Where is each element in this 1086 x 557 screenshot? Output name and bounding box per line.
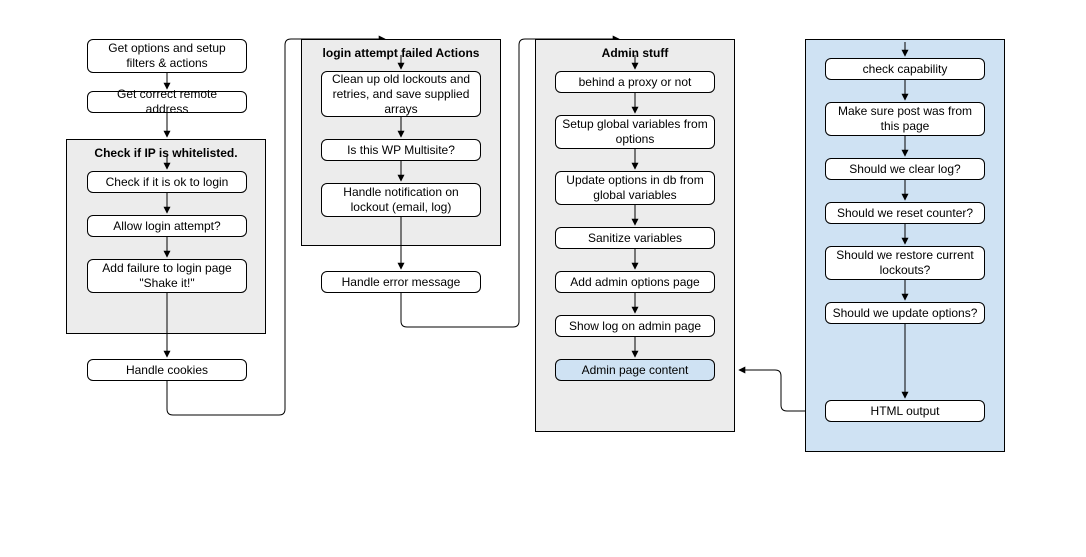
node-update-opts-q: Should we update options? [825, 302, 985, 324]
node-cleanup-lockouts: Clean up old lockouts and retries, and s… [321, 71, 481, 117]
node-wp-multisite: Is this WP Multisite? [321, 139, 481, 161]
node-sanitize: Sanitize variables [555, 227, 715, 249]
node-show-log: Show log on admin page [555, 315, 715, 337]
node-handle-notification: Handle notification on lockout (email, l… [321, 183, 481, 217]
node-check-capability: check capability [825, 58, 985, 80]
node-update-options: Update options in db from global variabl… [555, 171, 715, 205]
node-clear-log: Should we clear log? [825, 158, 985, 180]
node-add-admin-page: Add admin options page [555, 271, 715, 293]
node-remote-address: Get correct remote address [87, 91, 247, 113]
node-shake-it: Add failure to login page "Shake it!" [87, 259, 247, 293]
node-admin-page-content: Admin page content [555, 359, 715, 381]
node-allow-login: Allow login attempt? [87, 215, 247, 237]
group-whitelist-title: Check if IP is whitelisted. [67, 146, 265, 160]
node-post-from-page: Make sure post was from this page [825, 102, 985, 136]
node-handle-cookies: Handle cookies [87, 359, 247, 381]
node-setup-globals: Setup global variables from options [555, 115, 715, 149]
node-check-ok-login: Check if it is ok to login [87, 171, 247, 193]
group-login-failed-title: login attempt failed Actions [302, 46, 500, 60]
node-get-options: Get options and setup filters & actions [87, 39, 247, 73]
node-html-output: HTML output [825, 400, 985, 422]
node-handle-error: Handle error message [321, 271, 481, 293]
group-admin-title: Admin stuff [536, 46, 734, 60]
node-reset-counter: Should we reset counter? [825, 202, 985, 224]
node-proxy: behind a proxy or not [555, 71, 715, 93]
node-restore-lockouts: Should we restore current lockouts? [825, 246, 985, 280]
